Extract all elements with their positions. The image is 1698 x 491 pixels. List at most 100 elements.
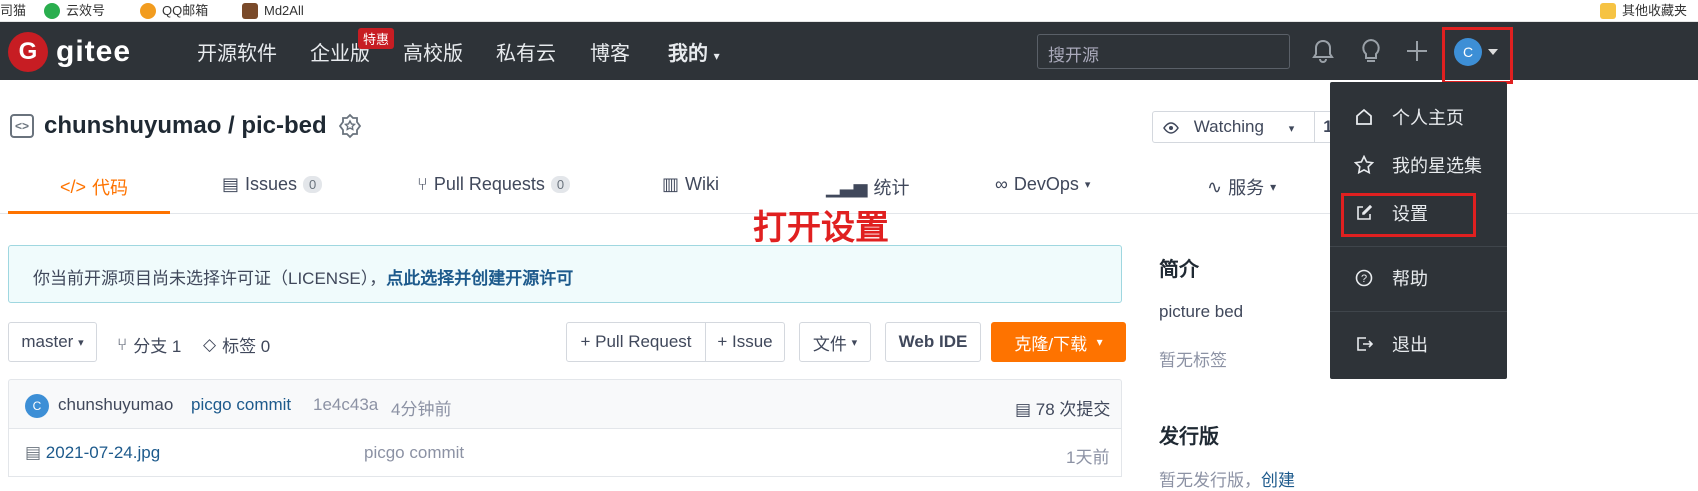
- menu-item-stars[interactable]: 我的星选集: [1354, 152, 1482, 178]
- tab-pull-requests[interactable]: ⑂ Pull Requests 0: [417, 174, 571, 195]
- release-info: 暂无发行版，创建: [1159, 466, 1295, 491]
- web-ide-button[interactable]: Web IDE: [885, 322, 981, 362]
- tab-services[interactable]: ∿ 服务 ▾: [1207, 174, 1276, 200]
- tab-stats[interactable]: ▁▃▅ 统计: [826, 174, 910, 200]
- clone-download-button[interactable]: 克隆/下载 ▾: [991, 322, 1126, 362]
- tab-devops[interactable]: ∞ DevOps ▾: [995, 174, 1090, 195]
- nav-blog[interactable]: 博客: [590, 37, 630, 66]
- gitee-logo[interactable]: G gitee: [8, 32, 131, 72]
- file-icon: ▤: [25, 443, 42, 462]
- nav-private-cloud[interactable]: 私有云: [496, 37, 556, 66]
- commit-author[interactable]: chunshuyumao: [58, 395, 173, 415]
- tab-label: Pull Requests: [433, 174, 545, 194]
- tab-count: 0: [303, 176, 323, 193]
- menu-item-label: 个人主页: [1392, 108, 1464, 128]
- bookmarks-bar: 司猫 云效号 QQ邮箱 Md2All 其他收藏夹: [0, 0, 1698, 22]
- logout-icon: [1354, 334, 1374, 354]
- nav-open-source[interactable]: 开源软件: [197, 37, 277, 66]
- lightbulb-icon[interactable]: [1357, 37, 1385, 65]
- bell-icon[interactable]: [1309, 37, 1337, 65]
- commit-hash[interactable]: 1e4c43a: [313, 395, 378, 415]
- new-pull-request-button[interactable]: + Pull Request: [566, 322, 706, 362]
- tab-code[interactable]: </> 代码: [60, 174, 128, 200]
- tab-label: 代码: [92, 178, 129, 198]
- repo-description: picture bed: [1159, 302, 1244, 321]
- file-row: ▤ 2021-07-24.jpg picgo commit 1天前: [8, 429, 1122, 477]
- file-commit-time: 1天前: [1066, 448, 1110, 467]
- tab-label: Issues: [245, 174, 298, 194]
- clone-label: 克隆/下载: [1014, 334, 1088, 354]
- file-commit-message[interactable]: picgo commit: [364, 443, 464, 463]
- file-menu-button[interactable]: 文件 ▾: [799, 322, 871, 362]
- no-release-text: 暂无发行版，: [1159, 471, 1261, 490]
- repo-header: <> chunshuyumao / pic-bed: [10, 112, 363, 140]
- watch-label: Watching ▾: [1153, 112, 1314, 142]
- tab-label: Wiki: [685, 174, 720, 194]
- tags-label: 标签 0: [222, 337, 271, 356]
- tab-label: 服务: [1228, 178, 1265, 198]
- bookmark-icon: [242, 3, 258, 19]
- branches-link[interactable]: ⑂ 分支 1: [117, 332, 181, 357]
- menu-item-logout[interactable]: 退出: [1354, 331, 1428, 357]
- chevron-down-icon: ▾: [1288, 123, 1295, 135]
- code-repo-icon: <>: [10, 114, 34, 138]
- create-release-link[interactable]: 创建: [1261, 471, 1295, 490]
- latest-commit-row: C chunshuyumao picgo commit 1e4c43a 4分钟前…: [8, 379, 1122, 429]
- commit-count: 78 次提交: [1035, 400, 1111, 419]
- settings-highlight-box: [1341, 193, 1476, 237]
- repo-title[interactable]: chunshuyumao / pic-bed: [44, 112, 327, 140]
- file-link[interactable]: ▤ 2021-07-24.jpg: [25, 443, 160, 463]
- nav-university[interactable]: 高校版: [403, 37, 463, 66]
- tab-label: DevOps: [1013, 174, 1079, 194]
- hot-badge: 特惠: [358, 28, 395, 49]
- commit-time: 4分钟前: [391, 400, 452, 419]
- bookmark-item[interactable]: Md2All: [242, 0, 304, 22]
- eye-icon: [1163, 121, 1179, 134]
- tags-link[interactable]: ◇ 标签 0: [203, 332, 270, 357]
- infinity-icon: ∞: [995, 174, 1008, 194]
- menu-item-label: 帮助: [1392, 269, 1428, 289]
- license-text: 你当前开源项目尚未选择许可证（LICENSE），: [33, 269, 387, 288]
- search-input[interactable]: 搜开源: [1037, 34, 1290, 69]
- tab-issues[interactable]: ▤ Issues 0: [222, 174, 323, 195]
- chevron-down-icon: ▾: [1096, 335, 1103, 349]
- commit-count-link[interactable]: ▤ 78 次提交: [1015, 395, 1110, 420]
- pull-request-icon: ⑂: [417, 174, 428, 194]
- avatar[interactable]: C: [25, 394, 49, 418]
- bookmark-label: 司猫: [0, 3, 27, 18]
- new-issue-button[interactable]: + Issue: [705, 322, 785, 362]
- chart-icon: ▁▃▅: [826, 176, 868, 197]
- menu-divider: [1330, 311, 1507, 312]
- menu-item-homepage[interactable]: 个人主页: [1354, 104, 1464, 130]
- avatar[interactable]: C: [1454, 38, 1482, 66]
- question-icon: ?: [1354, 268, 1374, 288]
- bookmark-label: Md2All: [264, 3, 304, 18]
- bookmark-item[interactable]: QQ邮箱: [140, 0, 208, 22]
- branch-select[interactable]: master ▾: [8, 322, 97, 362]
- bookmark-folder[interactable]: 其他收藏夹: [1600, 0, 1687, 22]
- active-tab-indicator: [8, 211, 170, 214]
- plus-icon[interactable]: [1403, 37, 1431, 65]
- watch-text: Watching: [1193, 117, 1264, 136]
- nav-mine[interactable]: 我的 ▾: [668, 37, 720, 66]
- tab-label: 统计: [873, 178, 910, 198]
- branches-label: 分支 1: [133, 337, 182, 356]
- chevron-down-icon: ▾: [713, 49, 720, 63]
- menu-item-label: 退出: [1392, 335, 1428, 355]
- intro-heading: 简介: [1159, 259, 1199, 281]
- tab-count: 0: [550, 176, 571, 193]
- menu-item-help[interactable]: ? 帮助: [1354, 265, 1428, 291]
- chevron-down-icon: [1488, 49, 1498, 55]
- nav-mine-label: 我的: [668, 43, 708, 65]
- commit-message[interactable]: picgo commit: [191, 395, 291, 415]
- tag-icon: ◇: [203, 334, 217, 354]
- bookmark-label: QQ邮箱: [162, 3, 209, 18]
- document-icon: ▤: [1015, 400, 1032, 419]
- tab-wiki[interactable]: ▥ Wiki: [662, 174, 719, 195]
- chevron-down-icon: ▾: [851, 336, 858, 349]
- license-link[interactable]: 点此选择并创建开源许可: [386, 269, 573, 288]
- bookmark-item[interactable]: 司猫: [0, 0, 26, 22]
- chevron-down-icon: ▾: [1084, 179, 1091, 191]
- bookmark-item[interactable]: 云效号: [44, 0, 105, 22]
- pulse-icon: ∿: [1207, 176, 1223, 197]
